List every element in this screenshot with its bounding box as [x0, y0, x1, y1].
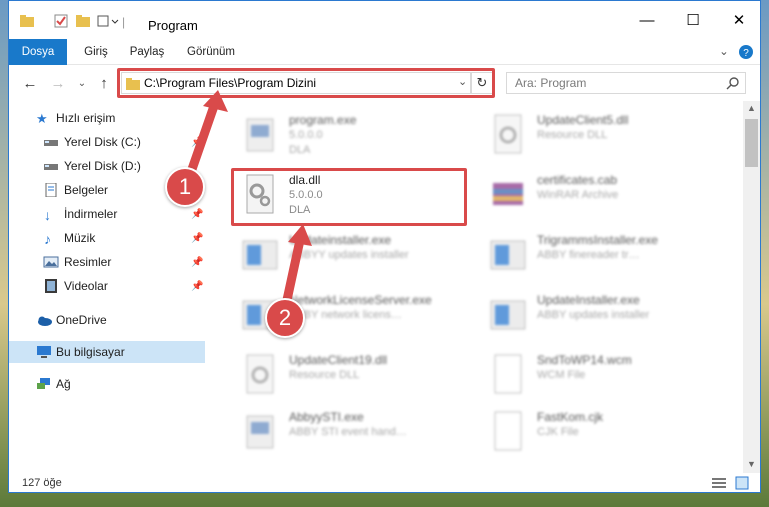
- arrow-1: [185, 101, 219, 180]
- arrow-2-head: [288, 224, 312, 246]
- arrow-2: [282, 235, 305, 305]
- callout-badge-1: 1: [165, 167, 205, 207]
- callout-badge-2: 2: [265, 298, 305, 338]
- annotation-overlay: [185, 90, 312, 305]
- arrow-1-head: [203, 90, 228, 112]
